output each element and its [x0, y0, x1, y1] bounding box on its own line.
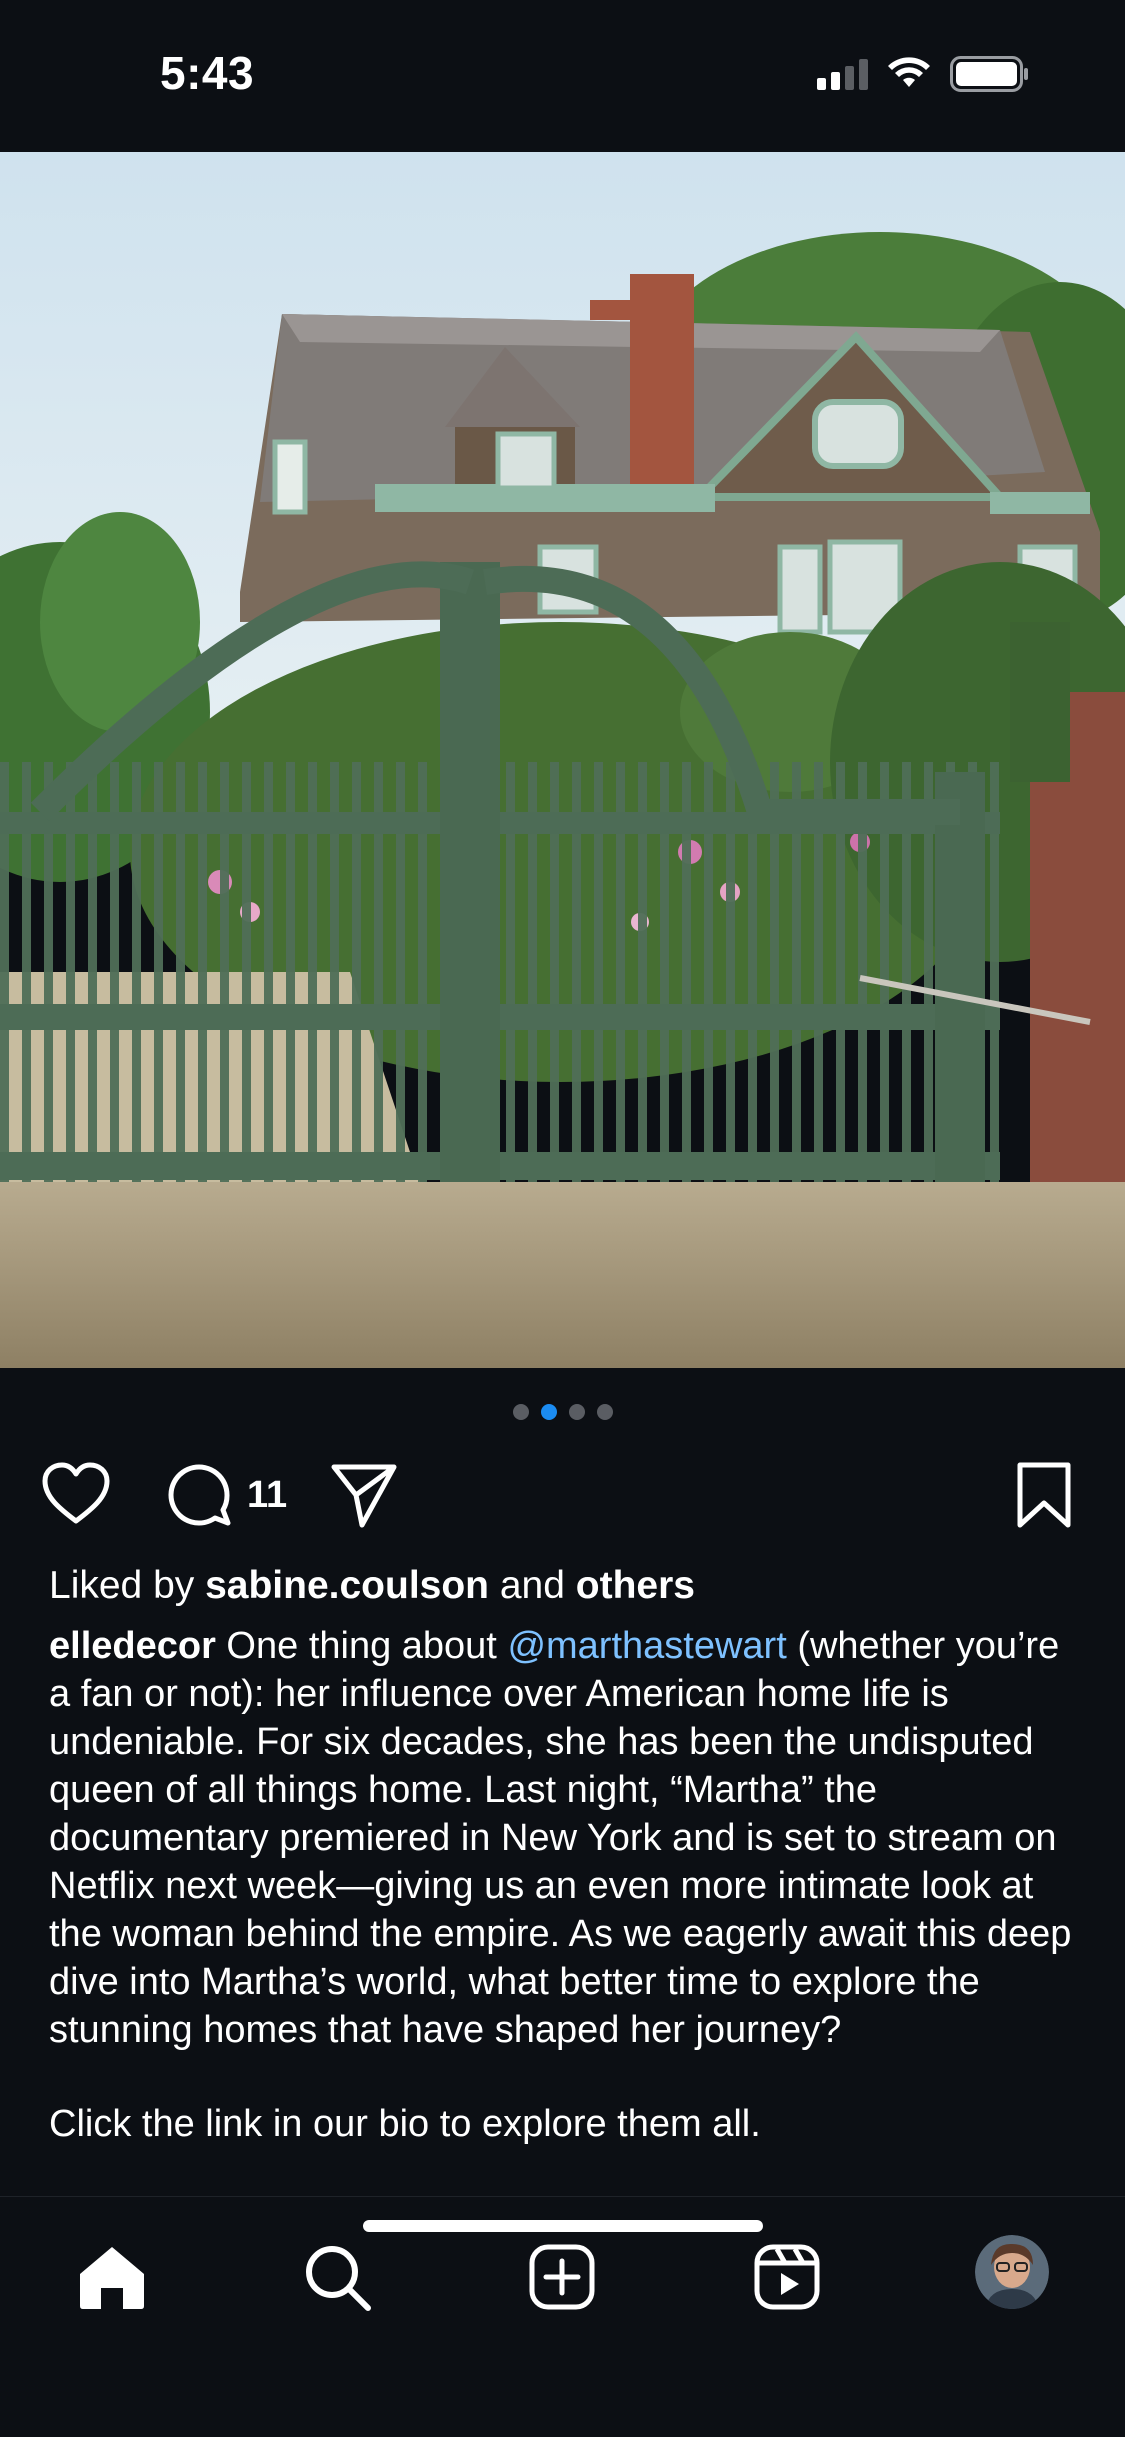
bookmark-button[interactable] [1012, 1455, 1076, 1535]
home-indicator [363, 2220, 763, 2232]
likes-summary: Liked by sabine.coulson and others [49, 1562, 1079, 1610]
post-caption: Liked by sabine.coulson and others elled… [49, 1562, 1079, 2148]
comment-icon [168, 1464, 231, 1526]
status-time: 5:43 [160, 47, 255, 99]
cellular-signal-icon [817, 58, 868, 90]
wifi-icon [888, 57, 930, 87]
bookmark-icon [1017, 1462, 1071, 1528]
carousel-dot [512, 1404, 529, 1420]
reels-icon [754, 2244, 820, 2310]
share-button[interactable] [328, 1455, 400, 1535]
nav-create[interactable] [522, 2237, 602, 2317]
search-icon [306, 2246, 371, 2311]
post-image[interactable] [0, 152, 1125, 1368]
nav-search[interactable] [297, 2237, 377, 2317]
home-icon [80, 2247, 144, 2309]
caption-text-2: (whether you’re a fan or not): her influ… [49, 1625, 1072, 2051]
comment-count: 11 [247, 1473, 288, 1516]
mention-link[interactable]: @marthastewart [507, 1625, 786, 1667]
share-icon [331, 1464, 397, 1528]
caption-username-link[interactable]: elledecor [49, 1625, 216, 1667]
post-actions: 11 [40, 1455, 1085, 1535]
carousel-dot [596, 1404, 613, 1420]
caption-body: elledecor One thing about @marthastewart… [49, 1622, 1079, 2054]
bottom-navigation [0, 2196, 1125, 2437]
nav-home[interactable] [72, 2237, 152, 2317]
likes-prefix: Liked by [49, 1564, 195, 1607]
avatar-icon [975, 2235, 1049, 2309]
profile-avatar[interactable] [975, 2235, 1049, 2309]
caption-text-1: One thing about [215, 1625, 508, 1667]
carousel-dot [568, 1404, 585, 1420]
comment-button[interactable]: 11 [165, 1455, 287, 1535]
likes-conjunction: and [499, 1564, 565, 1607]
heart-icon [42, 1462, 110, 1524]
likes-others-link[interactable]: others [576, 1564, 695, 1607]
house-gate-photo [0, 152, 1125, 1368]
like-button[interactable] [40, 1455, 112, 1535]
nav-reels[interactable] [747, 2237, 827, 2317]
carousel-dot-active [540, 1404, 557, 1420]
status-bar: 5:43 [0, 0, 1125, 152]
create-post-icon [529, 2244, 595, 2310]
caption-partial-line: Click the link in our bio to explore the… [49, 2103, 761, 2145]
carousel-indicator [0, 1404, 1125, 1420]
liked-by-user-link[interactable]: sabine.coulson [205, 1564, 489, 1607]
status-icons [817, 56, 1030, 92]
battery-icon [950, 56, 1028, 92]
